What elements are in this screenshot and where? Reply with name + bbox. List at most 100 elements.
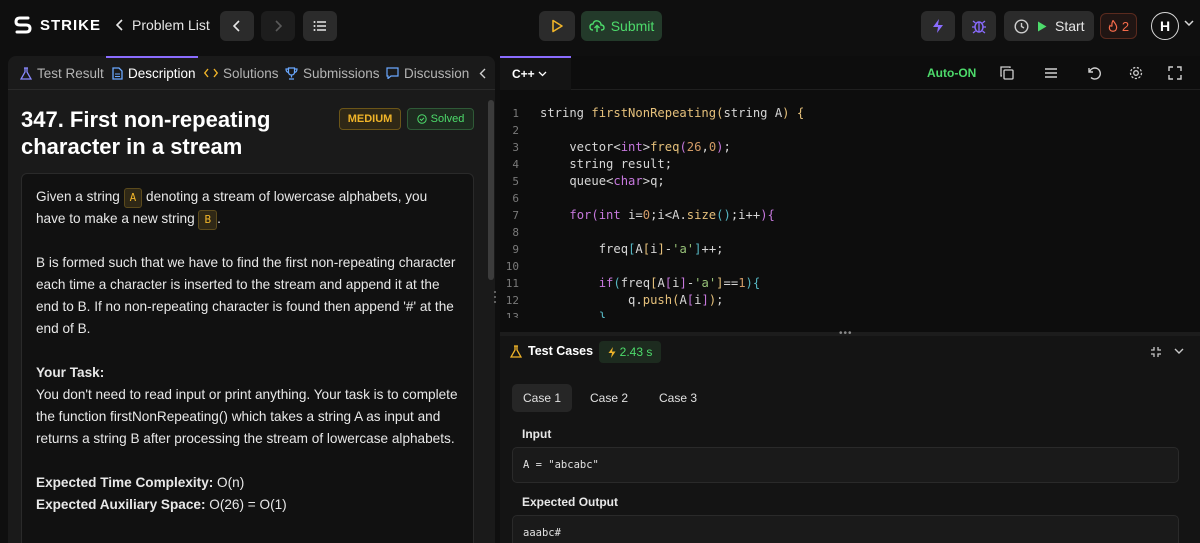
collapse-icon[interactable]	[1150, 346, 1162, 358]
tab-label: Test Result	[37, 65, 104, 81]
next-problem-button[interactable]	[261, 11, 295, 41]
brand-name: STRIKE	[40, 16, 102, 34]
code-chip: B	[198, 210, 218, 230]
submit-button[interactable]: Submit	[581, 11, 662, 41]
line-number: 1	[512, 107, 519, 120]
chevron-down-icon[interactable]	[1174, 348, 1184, 355]
code-line: 13 }	[500, 309, 1200, 318]
clock-icon	[1014, 18, 1029, 34]
code-text: queue<char>q;	[540, 174, 665, 188]
tab-discussion[interactable]: Discussion	[386, 56, 469, 90]
ai-assist-button[interactable]	[921, 11, 955, 41]
chevron-left-icon	[116, 19, 123, 31]
test-cases-panel: Test Cases 2.43 s Case 1 Case 2 Case 3 I…	[500, 336, 1200, 543]
code-line: 4 string result;	[500, 156, 1200, 173]
bug-icon	[972, 20, 986, 34]
flask-icon	[510, 344, 522, 358]
problem-description: Given a string A denoting a stream of lo…	[21, 173, 474, 543]
tab-test-result[interactable]: Test Result	[20, 56, 104, 90]
code-line: 9 freq[A[i]-'a']++;	[500, 241, 1200, 258]
chevron-down-icon[interactable]	[1184, 20, 1194, 26]
code-text: if(freq[A[i]-'a']==1){	[598, 276, 761, 290]
code-text: q.push(A[i]);	[540, 293, 724, 307]
menu-icon[interactable]	[1043, 65, 1059, 81]
time-complexity: Expected Time Complexity: O(n)	[36, 472, 459, 494]
code-text: string result;	[540, 157, 673, 171]
runtime-value: 2.43 s	[619, 345, 653, 359]
case-tab-1[interactable]: Case 1	[512, 384, 572, 412]
line-number: 6	[512, 192, 519, 205]
time-complexity-label: Expected Time Complexity:	[36, 475, 214, 490]
reset-icon[interactable]	[1086, 65, 1102, 81]
solved-badge: Solved	[407, 108, 474, 130]
code-line: 7 for(int i=0;i<A.size();i++){	[500, 207, 1200, 224]
space-complexity-value: O(26) = O(1)	[205, 497, 287, 512]
tab-submissions[interactable]: Submissions	[285, 56, 380, 90]
tab-label: Solutions	[223, 65, 279, 81]
task-heading: Your Task:	[36, 365, 105, 380]
submit-label: Submit	[610, 18, 655, 34]
code-line: 1 string firstNonRepeating(string A) {	[500, 105, 1200, 122]
autocomplete-toggle[interactable]: Auto-ON	[927, 66, 976, 80]
code-area[interactable]: 1 string firstNonRepeating(string A) { 2 …	[500, 96, 1200, 318]
code-text: for(int i=0;i<A.size();i++){	[569, 208, 775, 222]
description-text: Given a string	[36, 189, 124, 204]
code-editor-panel: C++ Auto-ON 1 string firstNonRepeating(st…	[500, 56, 1200, 332]
case-tab-3[interactable]: Case 3	[648, 384, 708, 412]
code-line: 3 vector<int>freq(26,0);	[500, 139, 1200, 156]
code-text: vector<int>freq(26,0);	[540, 140, 731, 154]
problem-panel: Test Result Description Solutions Submis…	[8, 56, 495, 543]
description-scrollbar[interactable]	[488, 96, 494, 543]
debug-button[interactable]	[962, 11, 996, 41]
panel-resize-handle[interactable]	[493, 290, 497, 304]
fullscreen-icon[interactable]	[1167, 65, 1183, 81]
start-timer-button[interactable]: Start	[1004, 11, 1094, 41]
code-text: string firstNonRepeating(string A) {	[540, 106, 805, 120]
strike-logo-icon	[14, 16, 32, 34]
line-number: 10	[505, 260, 519, 273]
solved-label: Solved	[430, 113, 465, 125]
scrollbar-thumb[interactable]	[488, 100, 494, 280]
complexity-section: Expected Time Complexity: O(n) Expected …	[36, 472, 459, 516]
tab-solutions[interactable]: Solutions	[204, 56, 279, 90]
run-button[interactable]	[539, 11, 575, 41]
logo[interactable]: STRIKE	[14, 15, 101, 35]
cloud-upload-icon	[589, 20, 605, 32]
description-paragraph: Given a string A denoting a stream of lo…	[36, 186, 459, 230]
input-label: Input	[522, 427, 552, 441]
code-text: freq[A[i]-'a']++;	[540, 242, 724, 256]
problem-list-link[interactable]: Problem List	[116, 17, 210, 33]
problem-menu-button[interactable]	[303, 11, 337, 41]
code-line: 10	[500, 258, 1200, 275]
case-tab-2[interactable]: Case 2	[579, 384, 639, 412]
prev-problem-button[interactable]	[220, 11, 254, 41]
test-cases-tab[interactable]: Test Cases	[510, 344, 593, 358]
tab-label: Submissions	[303, 65, 380, 81]
copy-icon[interactable]	[999, 65, 1015, 81]
chevron-left-icon	[233, 20, 240, 32]
line-number: 3	[512, 141, 519, 154]
line-number: 2	[512, 124, 519, 137]
start-label: Start	[1055, 18, 1085, 34]
chat-icon	[386, 67, 399, 79]
line-number: 13	[505, 311, 519, 318]
user-avatar[interactable]: H	[1151, 12, 1179, 40]
streak-badge[interactable]: 2	[1100, 13, 1137, 39]
language-selector[interactable]: C++	[500, 56, 571, 90]
input-value[interactable]: A = "abcabc"	[512, 447, 1179, 483]
tab-description[interactable]: Description	[112, 56, 196, 90]
line-number: 4	[512, 158, 519, 171]
chevron-left-icon[interactable]	[479, 68, 486, 79]
streak-count: 2	[1121, 18, 1130, 34]
expected-output-value: aaabc#	[512, 515, 1179, 543]
chevron-right-icon	[275, 20, 282, 32]
code-line: 11 if(freq[A[i]-'a']==1){	[500, 275, 1200, 292]
line-number: 9	[512, 243, 519, 256]
flask-icon	[20, 66, 32, 80]
flame-icon	[1108, 20, 1118, 32]
code-line: 8	[500, 224, 1200, 241]
list-icon	[313, 21, 326, 31]
line-number: 7	[512, 209, 519, 222]
space-complexity-label: Expected Auxiliary Space:	[36, 497, 206, 512]
settings-icon[interactable]	[1128, 65, 1144, 81]
